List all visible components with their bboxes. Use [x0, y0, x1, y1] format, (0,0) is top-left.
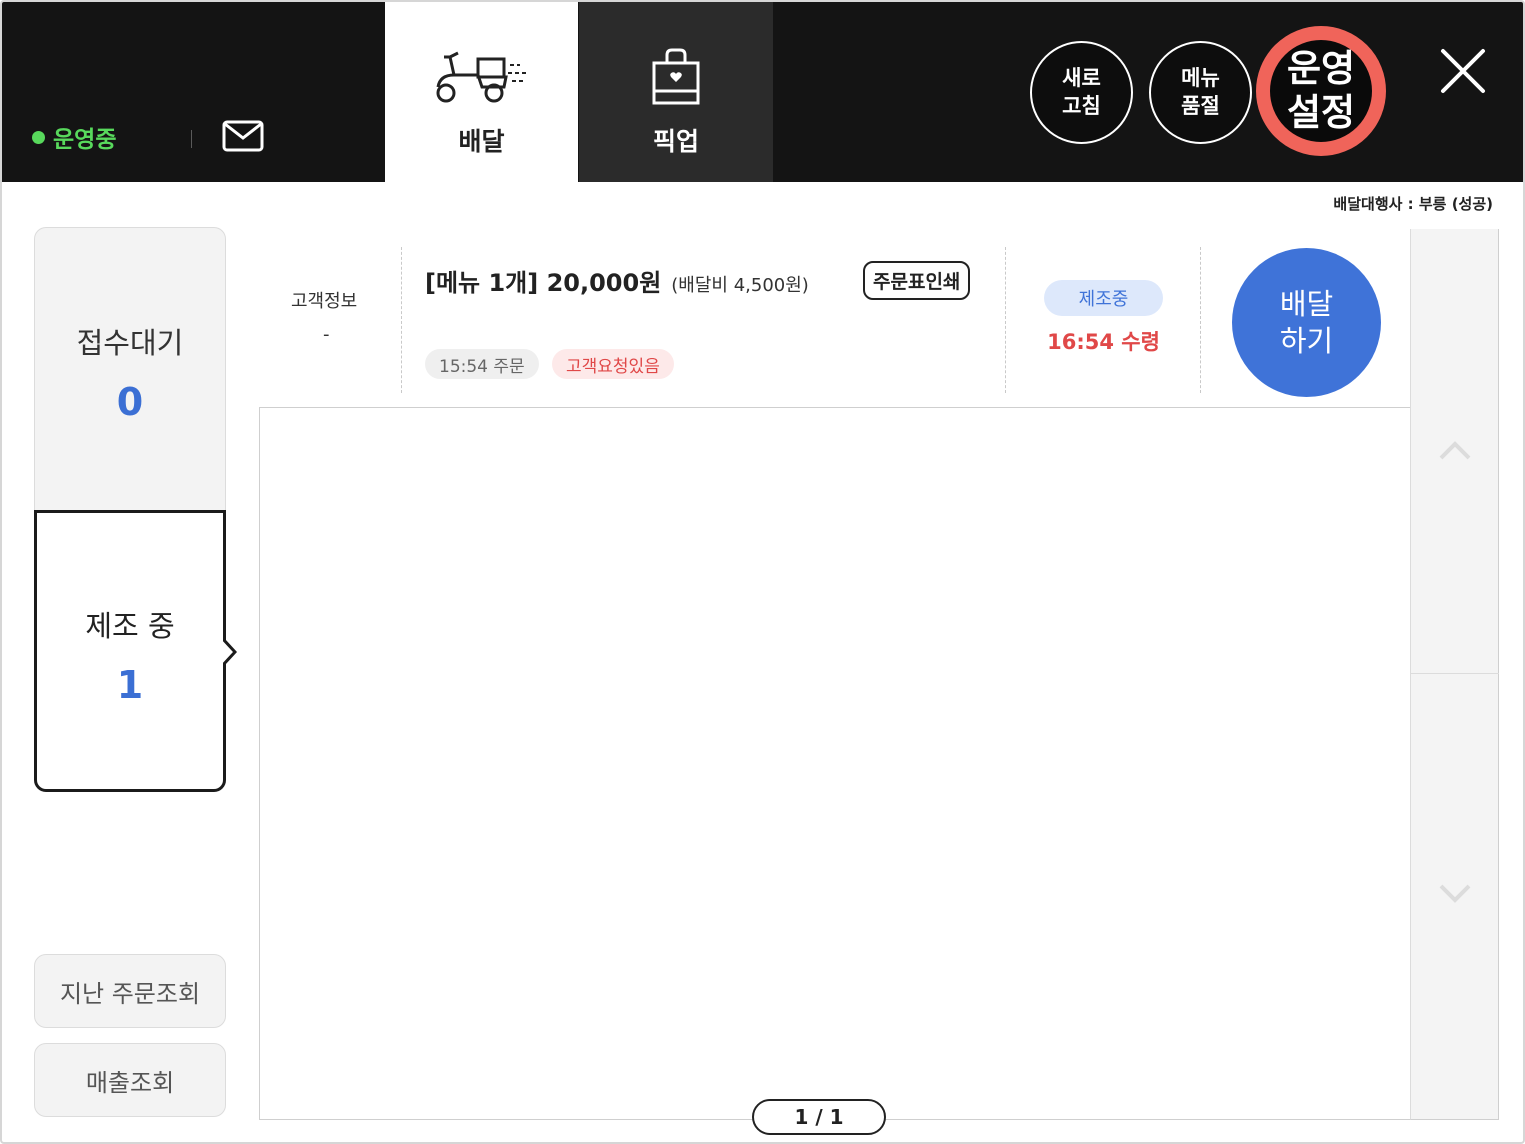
operation-settings-button[interactable]: 운영 설정	[1256, 26, 1386, 156]
past-orders-button[interactable]: 지난 주문조회	[34, 954, 226, 1028]
close-icon[interactable]	[1438, 46, 1488, 96]
status-label: 운영중	[53, 127, 117, 153]
order-time-tag: 15:54 주문	[425, 349, 539, 379]
tab-pickup-label: 픽업	[652, 127, 699, 156]
app-window: 운영중 배달 픽업 새로 고침 메뉴 품절 운영 설정 배달대행사: 부릉 (…	[0, 0, 1525, 1144]
waiting-label: 접수대기	[76, 326, 184, 360]
making-count: 1	[116, 663, 144, 707]
tab-pickup[interactable]: 픽업	[579, 2, 773, 182]
customer-info-label: 고객정보	[291, 291, 358, 312]
order-title: [메뉴 1개] 20,000원	[425, 269, 662, 297]
delivery-fee: (배달비 4,500원)	[671, 275, 809, 296]
page-indicator: 1 / 1	[752, 1099, 886, 1135]
mail-icon[interactable]	[222, 120, 264, 152]
pickup-time: 16:54 수령	[1047, 330, 1160, 354]
making-label: 제조 중	[85, 609, 175, 643]
waiting-count: 0	[116, 380, 144, 424]
tab-delivery-label: 배달	[458, 127, 505, 156]
chevron-up-icon[interactable]	[1438, 439, 1472, 461]
customer-info-value: -	[323, 324, 330, 345]
menu-soldout-button[interactable]: 메뉴 품절	[1149, 41, 1252, 144]
divider	[1200, 247, 1201, 393]
divider	[401, 247, 402, 393]
divider	[1005, 247, 1006, 393]
filter-making[interactable]: 제조 중 1	[34, 510, 237, 792]
divider	[191, 130, 192, 148]
delivery-agency-info: 배달대행사 : 부릉 (성공)	[1333, 195, 1493, 213]
order-row[interactable]: 고객정보 - [메뉴 1개] 20,000원 (배달비 4,500원) 주문표인…	[259, 229, 1410, 408]
shopping-bag-icon	[651, 44, 701, 110]
status-dot-icon	[32, 130, 45, 144]
operation-status: 운영중	[32, 120, 116, 154]
scooter-icon	[432, 44, 532, 110]
print-order-button[interactable]: 주문표인쇄	[863, 261, 971, 300]
top-bar: 운영중 배달 픽업 새로 고침 메뉴 품절 운영 설정	[2, 2, 1523, 182]
order-summary: [메뉴 1개] 20,000원 (배달비 4,500원)	[425, 263, 809, 298]
refresh-button[interactable]: 새로 고침	[1030, 41, 1133, 144]
status-badge: 제조중	[1044, 280, 1163, 316]
start-delivery-button[interactable]: 배달 하기	[1232, 248, 1381, 397]
selected-pointer-icon	[223, 639, 237, 665]
divider	[1411, 673, 1499, 674]
sales-button[interactable]: 매출조회	[34, 1043, 226, 1117]
filter-waiting[interactable]: 접수대기 0	[34, 227, 226, 510]
tab-delivery[interactable]: 배달	[385, 2, 578, 182]
scroll-column	[1410, 229, 1499, 1120]
customer-request-tag[interactable]: 고객요청있음	[552, 349, 674, 379]
chevron-down-icon[interactable]	[1438, 883, 1472, 905]
